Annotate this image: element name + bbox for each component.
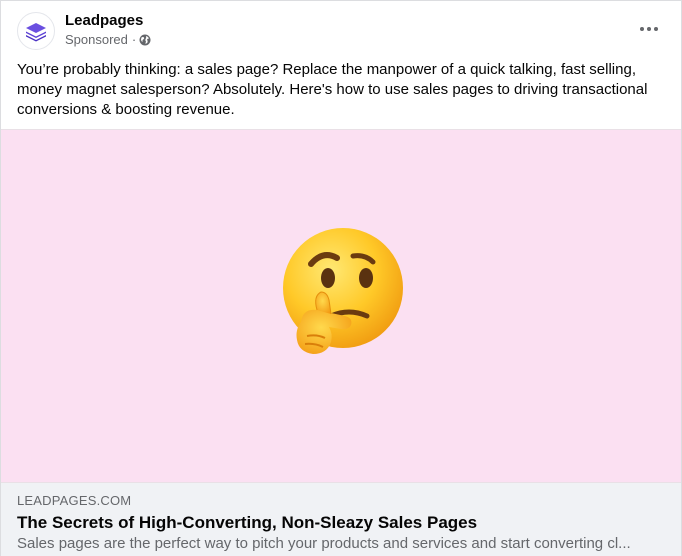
page-avatar[interactable]	[17, 12, 55, 50]
page-name[interactable]: Leadpages	[65, 12, 143, 30]
link-title[interactable]: The Secrets of High-Converting, Non-Slea…	[17, 513, 477, 533]
leadpages-logo-icon	[26, 23, 46, 42]
link-description: Sales pages are the perfect way to pitch…	[17, 535, 631, 552]
post-message-line: money magnet salesperson? Absolutely. He…	[17, 81, 648, 98]
link-preview[interactable]: LEADPAGES.COM The Secrets of High-Conver…	[1, 483, 681, 556]
post-image[interactable]	[1, 129, 681, 483]
sponsored-post-card: Leadpages Sponsored · You’re probably th…	[0, 0, 682, 556]
more-options-button[interactable]	[637, 17, 661, 41]
more-horizontal-icon	[640, 27, 658, 31]
post-header: Leadpages Sponsored ·	[1, 1, 681, 57]
post-meta: Sponsored ·	[65, 32, 151, 48]
thinking-face-emoji	[283, 228, 403, 354]
post-message-line: conversions & boosting revenue.	[17, 101, 235, 118]
link-domain: LEADPAGES.COM	[17, 493, 132, 508]
sponsored-label[interactable]: Sponsored	[65, 32, 128, 48]
globe-icon	[139, 34, 151, 46]
post-message: You’re probably thinking: a sales page? …	[17, 60, 669, 120]
post-message-line: You’re probably thinking: a sales page? …	[17, 61, 636, 78]
meta-separator: ·	[131, 32, 137, 47]
